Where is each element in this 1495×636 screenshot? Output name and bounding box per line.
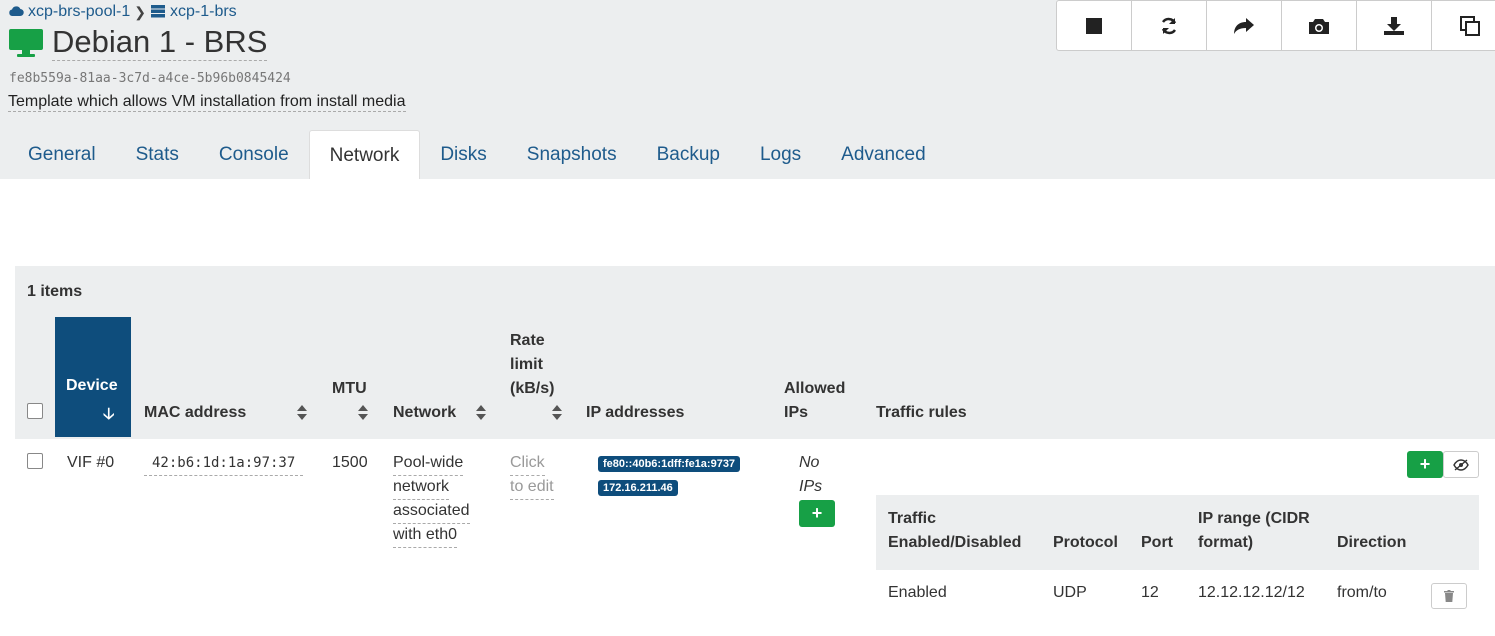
vif-mtu: 1500 [332,454,368,471]
tab-disks[interactable]: Disks [420,130,506,179]
rate-limit-edit-line2[interactable]: to edit [510,475,554,500]
column-header-rate-line3[interactable]: (kB/s) [510,377,554,401]
snapshot-button[interactable] [1282,1,1357,50]
items-count: 1 items [27,283,83,300]
rule-port: 12 [1141,584,1159,601]
vif-network-line2[interactable]: network [393,475,450,500]
rule-ip-range: 12.12.12.12/12 [1198,584,1305,601]
tab-logs[interactable]: Logs [740,130,821,179]
copy-icon [1459,15,1480,36]
rules-header-protocol: Protocol [1053,534,1118,551]
vm-tabs: General Stats Console Network Disks Snap… [8,130,946,179]
plus-icon: + [1419,454,1431,474]
vif-network-line3[interactable]: associated [393,499,470,524]
column-header-rate-line2[interactable]: limit [510,353,543,377]
restart-button[interactable] [1132,1,1207,50]
rules-header-range-line1: IP range (CIDR [1198,510,1310,527]
tab-console[interactable]: Console [199,130,309,179]
migrate-icon [1234,17,1254,34]
rules-header-port: Port [1141,534,1173,551]
rules-header-traffic-line1: Traffic [888,510,937,527]
vif-network-line1[interactable]: Pool-wide [393,451,464,476]
allowed-ips-line2: IPs [799,478,823,495]
breadcrumb: xcp-brs-pool-1 ❯ xcp-1-brs [8,3,237,21]
migrate-button[interactable] [1207,1,1282,50]
monitor-icon [9,28,43,57]
eye-slash-icon [1453,458,1469,471]
ip-badge-ipv6: fe80::40b6:1dff:fe1a:9737 [598,456,741,472]
camera-icon [1309,18,1329,34]
column-header-ip-addresses: IP addresses [586,404,685,421]
add-allowed-ip-button[interactable]: + [799,500,835,527]
vm-description[interactable]: Template which allows VM installation fr… [8,93,406,112]
sort-network-icon[interactable] [476,405,486,420]
toggle-visibility-button[interactable] [1443,451,1479,478]
column-header-traffic-rules: Traffic rules [876,404,967,421]
cloud-icon [8,4,24,20]
tab-stats[interactable]: Stats [116,130,199,179]
chevron-right-icon: ❯ [134,3,146,20]
vm-title[interactable]: Debian 1 - BRS [52,24,268,61]
select-all-checkbox[interactable] [27,403,43,419]
copy-button[interactable] [1432,1,1495,50]
rule-status: Enabled [888,584,947,601]
column-header-mac[interactable]: MAC address [144,401,246,425]
column-header-device[interactable]: Device 🡣 [55,317,131,437]
tab-snapshots[interactable]: Snapshots [507,130,637,179]
vif-mac-address[interactable]: 42:b6:1d:1a:97:37 [144,451,304,476]
trash-icon [1444,590,1454,602]
column-header-rate-line1[interactable]: Rate [510,329,545,353]
stop-button[interactable] [1057,1,1132,50]
sort-mac-icon[interactable] [297,405,307,420]
stop-icon [1086,17,1102,34]
tab-general[interactable]: General [8,130,116,179]
row-checkbox[interactable] [27,453,43,469]
tab-network[interactable]: Network [308,130,421,179]
ip-badge-ipv4: 172.16.211.46 [598,480,678,496]
rules-header-range-line2: format) [1198,534,1254,551]
plus-icon: + [811,503,823,523]
vm-action-bar [1056,0,1495,51]
vif-network-line4[interactable]: with eth0 [393,523,458,548]
server-icon [150,4,166,21]
breadcrumb-host-link[interactable]: xcp-1-brs [170,3,237,21]
column-header-allowed-line2: IPs [784,404,809,421]
device-header-label: Device [66,377,118,394]
column-header-network[interactable]: Network [393,401,456,425]
sort-down-icon: 🡣 [103,406,115,423]
rules-header-direction: Direction [1337,534,1407,551]
rate-limit-edit-line1[interactable]: Click [510,451,545,476]
add-traffic-rule-button[interactable]: + [1407,451,1443,478]
export-button[interactable] [1357,1,1432,50]
tab-backup[interactable]: Backup [637,130,740,179]
rule-protocol: UDP [1053,584,1087,601]
title-row: Debian 1 - BRS [8,24,268,61]
rules-header-traffic-line2: Enabled/Disabled [888,534,1022,551]
vm-uuid: fe8b559a-81aa-3c7d-a4ce-5b96b0845424 [9,71,291,86]
download-icon [1384,16,1404,35]
tab-advanced[interactable]: Advanced [821,130,946,179]
sort-rate-icon[interactable] [552,405,562,420]
allowed-ips-line1: No [799,454,820,471]
vif-device: VIF #0 [67,454,115,471]
restart-icon [1161,17,1177,34]
column-header-allowed-line1: Allowed [784,380,846,397]
sort-mtu-icon[interactable] [358,405,368,420]
delete-rule-button[interactable] [1431,583,1467,609]
rule-direction: from/to [1337,584,1387,601]
breadcrumb-pool-link[interactable]: xcp-brs-pool-1 [28,3,130,21]
column-header-mtu[interactable]: MTU [332,377,367,401]
